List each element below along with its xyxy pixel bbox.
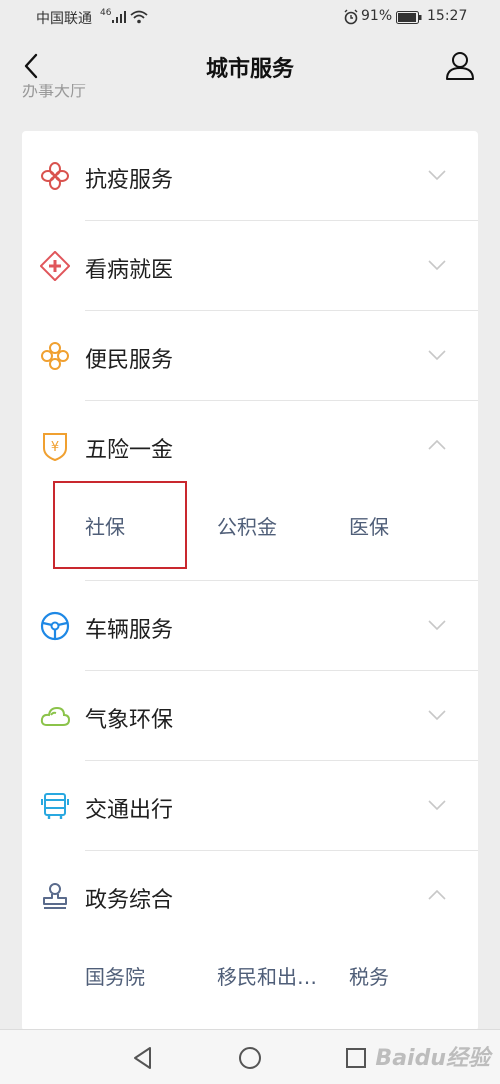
category-weather-environment[interactable]: 气象环保 [22,671,478,760]
convenience-flower-icon [41,342,69,370]
category-label: 政务综合 [85,888,174,913]
section-heading: 办事大厅 [22,84,87,100]
sub-item-medical-insurance[interactable]: 医保 [349,511,389,540]
epidemic-icon [41,162,69,190]
category-label: 便民服务 [85,348,174,373]
steering-wheel-icon [40,611,70,641]
watermark: Baidu经验 [375,1046,490,1071]
category-label: 交通出行 [85,798,174,823]
service-category-list: 抗疫服务 看病就医 便民服务 ¥ 五险一金 社保 公积金 医保 车辆服务 气象环… [22,131,478,1031]
chevron-down-icon [428,620,446,631]
category-label: 气象环保 [85,708,174,733]
signal-icon [112,11,126,23]
bus-icon [41,793,69,819]
category-vehicle[interactable]: 车辆服务 [22,581,478,670]
chevron-down-icon [428,170,446,181]
chevron-down-icon [428,800,446,811]
clock: 15:27 [427,8,468,24]
battery-icon [396,11,422,24]
category-label: 抗疫服务 [85,168,174,193]
category-transport[interactable]: 交通出行 [22,761,478,850]
highlight-box [53,481,187,569]
sub-item-immigration[interactable]: 移民和出… [217,961,317,990]
chevron-down-icon [428,710,446,721]
category-medical[interactable]: 看病就医 [22,221,478,310]
battery-percent: 91% [361,8,393,24]
medical-cross-icon [40,251,70,281]
chevron-down-icon [428,350,446,361]
category-label: 看病就医 [85,258,174,283]
status-bar: 中国联通 46 91% 15:27 [0,0,500,34]
sub-item-state-council[interactable]: 国务院 [85,961,145,990]
wifi-icon [130,10,148,24]
home-circle-icon[interactable] [237,1045,263,1071]
network-type: 46 [100,8,112,18]
yuan-shield-icon: ¥ [43,433,67,461]
cloud-icon [40,706,70,726]
svg-text:¥: ¥ [51,440,59,455]
stamp-icon [43,883,67,909]
sub-item-tax[interactable]: 税务 [349,961,389,990]
category-insurance-fund[interactable]: ¥ 五险一金 [22,401,478,490]
category-label: 车辆服务 [85,618,174,643]
carrier-name: 中国联通 [36,11,92,27]
back-triangle-icon[interactable] [130,1045,156,1071]
sub-item-housing-fund[interactable]: 公积金 [217,511,277,540]
page-title: 城市服务 [205,57,294,82]
chevron-down-icon [428,260,446,271]
category-government-affairs[interactable]: 政务综合 [22,851,478,940]
profile-icon[interactable] [444,50,476,80]
category-convenience[interactable]: 便民服务 [22,311,478,400]
alarm-icon [344,9,358,25]
chevron-up-icon [428,889,446,900]
recents-square-icon[interactable] [343,1045,369,1071]
category-label: 五险一金 [85,438,174,463]
chevron-up-icon [428,439,446,450]
category-epidemic-service[interactable]: 抗疫服务 [22,131,478,220]
